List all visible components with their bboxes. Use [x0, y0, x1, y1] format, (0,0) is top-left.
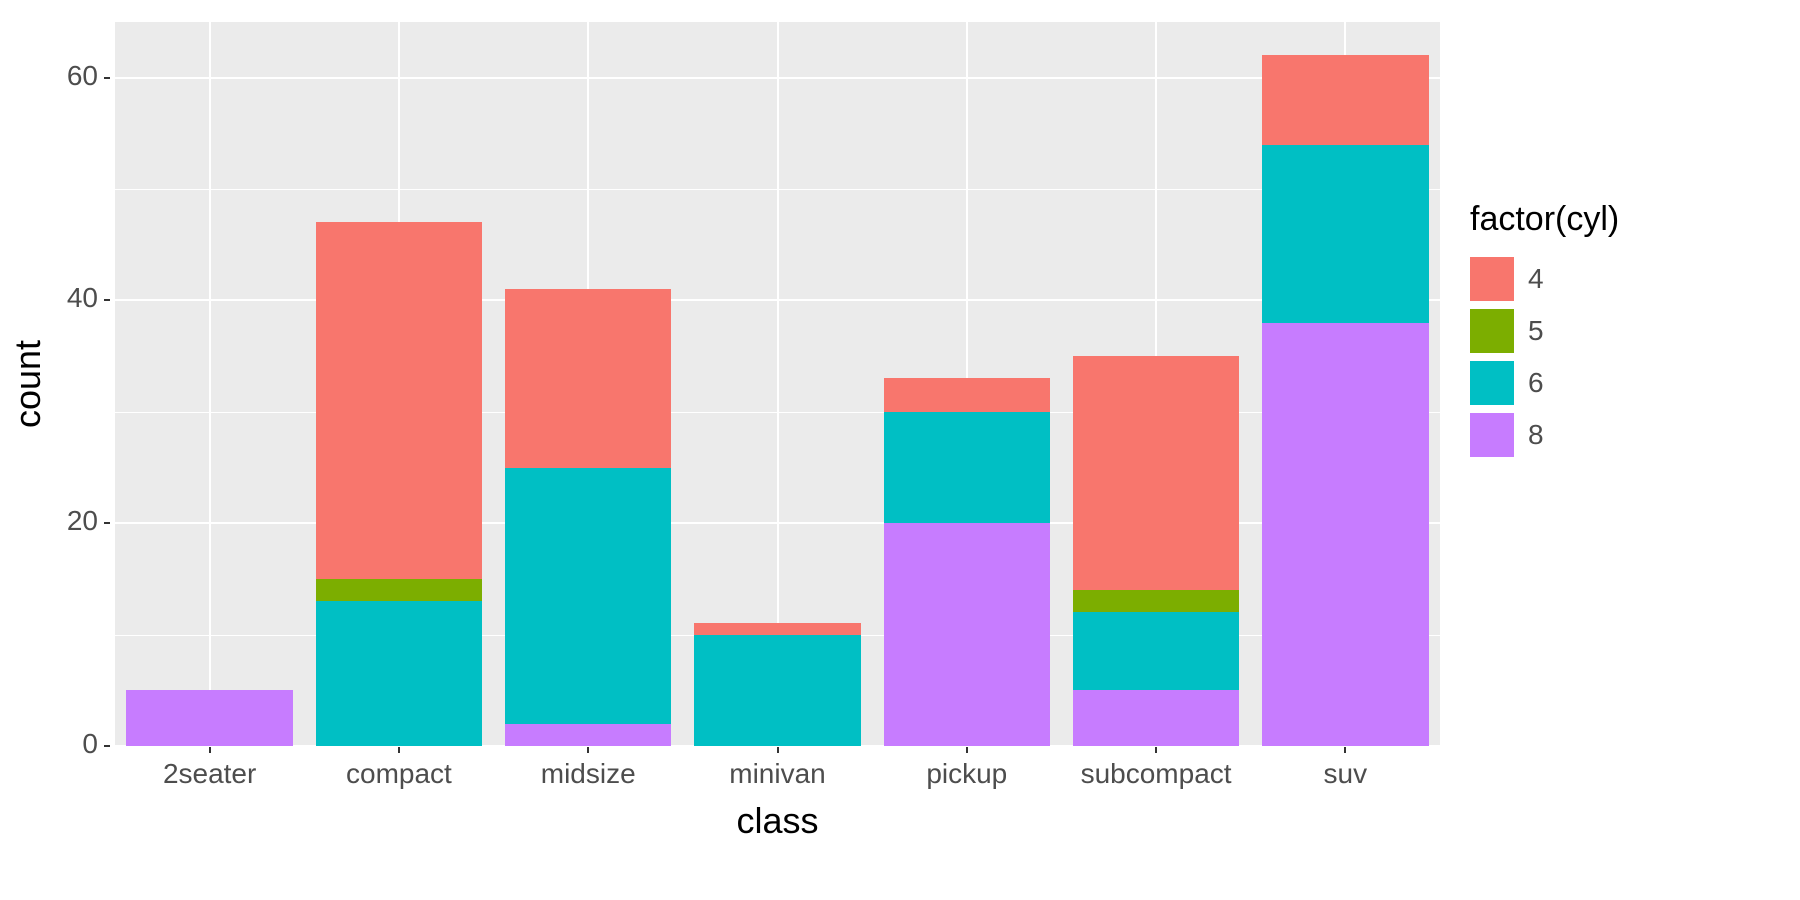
gridline-vertical: [209, 22, 211, 746]
legend: factor(cyl) 4 5 6 8: [1470, 200, 1770, 461]
x-tick: [1344, 747, 1346, 753]
bar-segment: [1073, 590, 1240, 612]
legend-swatch: [1470, 361, 1514, 405]
legend-key: [1470, 309, 1514, 353]
chart-container: count class factor(cyl) 4 5 6 8 0 20 40 60 2sea…: [0, 0, 1800, 900]
bar-segment: [694, 623, 861, 634]
y-tick: [104, 77, 110, 79]
plot-panel: [115, 22, 1440, 746]
y-tick-label: 0: [0, 728, 98, 760]
legend-label: 8: [1528, 419, 1544, 451]
bar-segment: [694, 635, 861, 746]
bar-segment: [884, 523, 1051, 746]
bar-segment: [126, 690, 293, 746]
y-tick-label: 20: [0, 505, 98, 537]
legend-swatch: [1470, 257, 1514, 301]
bar-segment: [1262, 323, 1429, 746]
bar-segment: [1073, 612, 1240, 690]
x-tick-label: midsize: [541, 758, 636, 790]
legend-key: [1470, 257, 1514, 301]
bar-segment: [884, 378, 1051, 411]
legend-label: 5: [1528, 315, 1544, 347]
x-tick-label: pickup: [926, 758, 1007, 790]
y-tick: [104, 522, 110, 524]
x-tick-label: subcompact: [1081, 758, 1232, 790]
legend-item: 5: [1470, 305, 1770, 357]
legend-item: 8: [1470, 409, 1770, 461]
bar-segment: [884, 412, 1051, 523]
bar-segment: [1073, 690, 1240, 746]
bar-segment: [1073, 356, 1240, 590]
y-tick: [104, 299, 110, 301]
legend-label: 6: [1528, 367, 1544, 399]
legend-label: 4: [1528, 263, 1544, 295]
legend-key: [1470, 413, 1514, 457]
x-tick: [209, 747, 211, 753]
legend-key: [1470, 361, 1514, 405]
x-axis-title: class: [115, 800, 1440, 842]
x-tick: [587, 747, 589, 753]
bar-segment: [505, 289, 672, 467]
y-tick: [104, 745, 110, 747]
x-tick: [398, 747, 400, 753]
bar-segment: [505, 468, 672, 724]
bar-segment: [1262, 55, 1429, 144]
legend-item: 6: [1470, 357, 1770, 409]
y-tick-label: 60: [0, 60, 98, 92]
x-tick: [777, 747, 779, 753]
y-axis-title: count: [8, 22, 48, 746]
x-tick: [1155, 747, 1157, 753]
bar-segment: [505, 724, 672, 746]
legend-title: factor(cyl): [1470, 200, 1770, 239]
y-tick-label: 40: [0, 282, 98, 314]
bar-segment: [316, 579, 483, 601]
bar-segment: [1262, 145, 1429, 323]
legend-item: 4: [1470, 253, 1770, 305]
x-tick-label: minivan: [729, 758, 825, 790]
x-tick-label: suv: [1324, 758, 1368, 790]
legend-swatch: [1470, 413, 1514, 457]
x-tick-label: 2seater: [163, 758, 256, 790]
x-tick-label: compact: [346, 758, 452, 790]
legend-swatch: [1470, 309, 1514, 353]
bar-segment: [316, 222, 483, 578]
x-tick: [966, 747, 968, 753]
bar-segment: [316, 601, 483, 746]
